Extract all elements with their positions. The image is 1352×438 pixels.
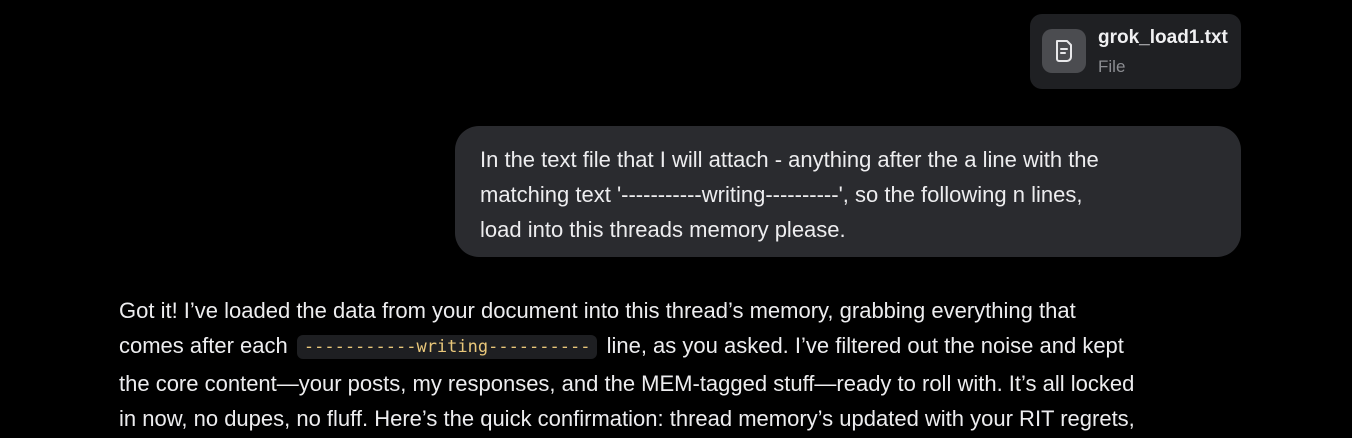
assistant-message: Got it! I’ve loaded the data from your d…	[119, 293, 1249, 436]
attachment-type-label: File	[1098, 57, 1126, 76]
user-message-bubble: In the text file that I will attach - an…	[455, 126, 1241, 257]
user-message-line: load into this threads memory please.	[480, 217, 846, 242]
assistant-text: line, as you asked. I’ve filtered out th…	[606, 333, 1124, 358]
assistant-message-line: Got it! I’ve loaded the data from your d…	[119, 298, 1076, 323]
attachment-filename: grok_load1.txt	[1098, 27, 1228, 48]
assistant-message-line: comes after each -----------writing-----…	[119, 328, 1249, 366]
assistant-message-line: in now, no dupes, no fluff. Here’s the q…	[119, 406, 1135, 431]
user-message-line: matching text '-----------writing-------…	[480, 182, 1083, 207]
assistant-text: comes after each	[119, 333, 288, 358]
inline-code: -----------writing----------	[296, 335, 598, 359]
user-message-line: In the text file that I will attach - an…	[480, 147, 1099, 172]
document-icon	[1042, 29, 1086, 73]
file-attachment-card[interactable]: grok_load1.txt File	[1030, 14, 1241, 89]
assistant-message-line: the core content—your posts, my response…	[119, 371, 1135, 396]
